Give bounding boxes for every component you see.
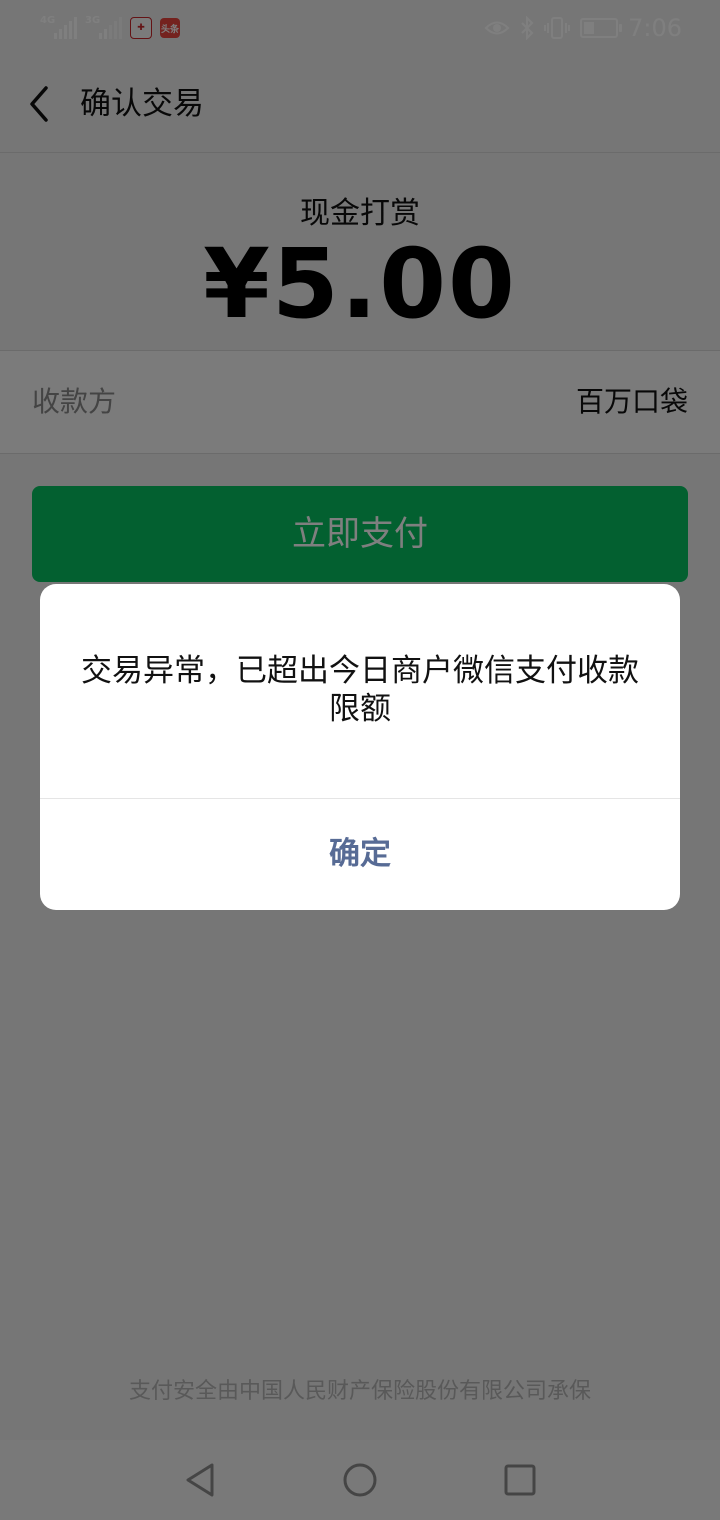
alert-dialog: 交易异常，已超出今日商户微信支付收款限额 确定 — [40, 584, 680, 910]
dialog-message: 交易异常，已超出今日商户微信支付收款限额 — [81, 653, 639, 727]
confirm-button[interactable]: 确定 — [40, 799, 680, 910]
